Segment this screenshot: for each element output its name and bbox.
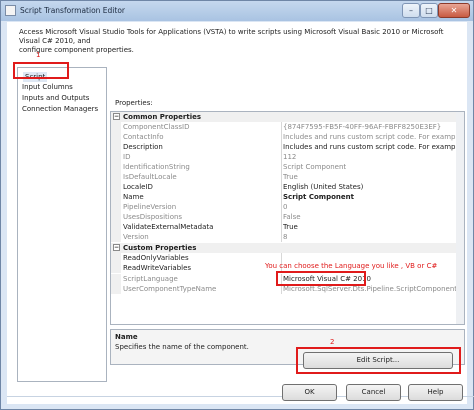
category-common-properties[interactable]: − Common Properties [111,112,464,122]
minimize-button[interactable]: – [402,3,420,18]
property-row[interactable]: IdentificationString Script Component [111,162,464,172]
property-name: ComponentClassID [123,123,190,131]
maximize-button[interactable]: □ [420,3,438,18]
property-value: True [283,223,298,231]
property-value: Includes and runs custom script code. Fo… [283,143,463,151]
footer-separator [7,396,474,397]
property-row[interactable]: UsesDispositions False [111,212,464,222]
property-value: True [283,173,298,181]
property-value: Includes and runs custom script code. Fo… [283,133,463,141]
property-value: English (United States) [283,183,364,191]
annotation-language-note: You can choose the Language you like , V… [265,262,438,270]
property-row[interactable]: Description Includes and runs custom scri… [111,142,464,152]
property-name: ID [123,153,131,161]
annotation-marker-2: 2 [330,338,335,346]
collapse-icon[interactable]: − [113,113,120,120]
annotation-highlight-script [13,62,69,79]
property-name: Name [123,193,144,201]
property-row[interactable]: ValidateExternalMetadata True [111,222,464,232]
cancel-button[interactable]: Cancel [346,384,401,401]
dialog-client: Access Microsoft Visual Studio Tools for… [7,22,474,404]
property-row-name[interactable]: Name Script Component [111,192,464,202]
property-name: ScriptLanguage [123,275,178,283]
property-name: LocaleID [123,183,153,191]
nav-item-input-columns[interactable]: Input Columns [22,83,73,91]
property-name: IdentificationString [123,163,190,171]
property-value: 8 [283,233,288,241]
help-title: Name [115,333,138,341]
property-name: PipelineVersion [123,203,177,211]
property-name: ReadOnlyVariables [123,254,189,262]
property-name: Description [123,143,163,151]
property-value[interactable]: Script Component [283,193,463,201]
dialog-window: Script Transformation Editor – □ ✕ Acces… [0,0,474,410]
property-grid-scrollbar[interactable] [456,112,464,324]
property-name: ValidateExternalMetadata [123,223,214,231]
dialog-description: Access Microsoft Visual Studio Tools for… [19,28,459,55]
help-button[interactable]: Help [408,384,463,401]
property-row[interactable]: ComponentClassID {874F7595-FB5F-40FF-96AF… [111,122,464,132]
category-label: Common Properties [123,113,202,121]
ok-button[interactable]: OK [282,384,337,401]
app-icon [5,5,16,16]
property-name: Version [123,233,149,241]
description-line-1: Access Microsoft Visual Studio Tools for… [19,28,444,45]
property-row[interactable]: Version 8 [111,232,464,242]
property-row[interactable]: PipelineVersion 0 [111,202,464,212]
help-text: Specifies the name of the component. [115,343,249,351]
property-value: Microsoft.SqlServer.Dts.Pipeline.ScriptC… [283,285,463,293]
annotation-marker-1: 1 [36,51,41,59]
properties-label: Properties: [115,99,153,107]
close-button[interactable]: ✕ [438,3,470,18]
property-value: 0 [283,203,288,211]
property-grid[interactable]: − Common Properties ComponentClassID {874… [110,111,465,325]
annotation-highlight-edit-script [296,347,461,374]
category-custom-properties[interactable]: − Custom Properties [111,243,464,253]
property-row[interactable]: LocaleID English (United States) [111,182,464,192]
description-line-2: configure component properties. [19,46,134,54]
property-row[interactable]: ID 112 [111,152,464,162]
property-value: {874F7595-FB5F-40FF-96AF-FBFF8250E3EF} [283,123,442,131]
collapse-icon[interactable]: − [113,244,120,251]
property-value: 112 [283,153,297,161]
category-label: Custom Properties [123,244,197,252]
property-value: Script Component [283,163,347,171]
property-value: False [283,213,301,221]
page-nav-list: Script Input Columns Inputs and Outputs … [17,67,107,382]
property-name: UserComponentTypeName [123,285,217,293]
property-name: UsesDispositions [123,213,183,221]
property-row[interactable]: IsDefaultLocale True [111,172,464,182]
annotation-highlight-script-language [276,271,366,286]
property-row[interactable]: ContactInfo Includes and runs custom scri… [111,132,464,142]
window-title: Script Transformation Editor [20,6,125,15]
property-name: IsDefaultLocale [123,173,177,181]
nav-item-connection-managers[interactable]: Connection Managers [22,105,98,113]
property-name: ContactInfo [123,133,164,141]
title-bar[interactable]: Script Transformation Editor – □ ✕ [1,1,473,21]
nav-item-inputs-outputs[interactable]: Inputs and Outputs [22,94,89,102]
property-name: ReadWriteVariables [123,264,192,272]
